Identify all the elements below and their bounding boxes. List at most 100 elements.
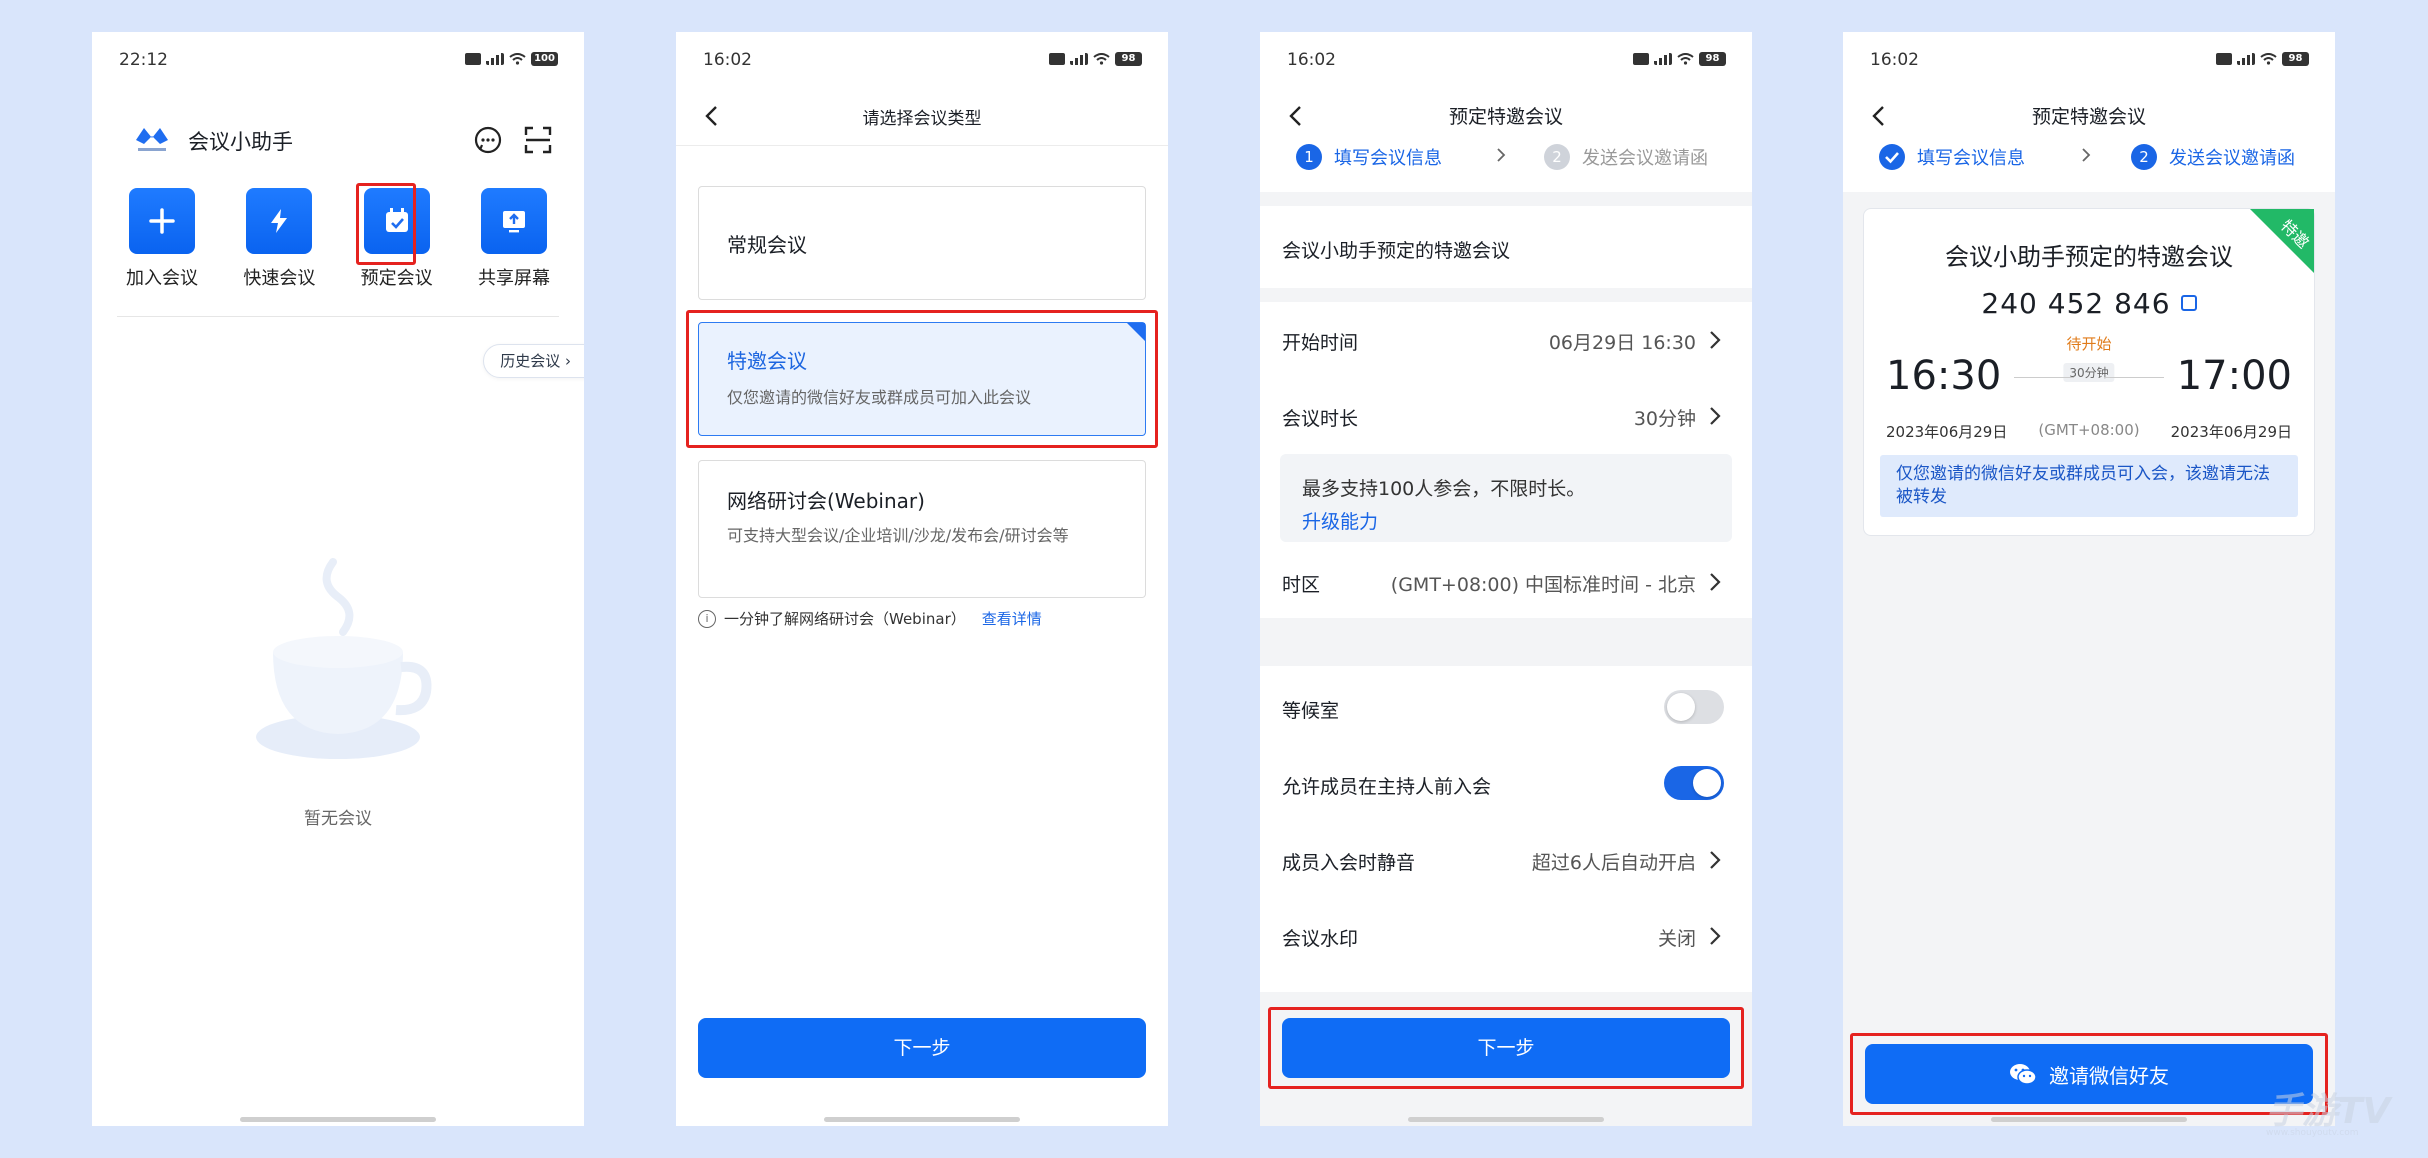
- scan-icon[interactable]: [522, 124, 554, 156]
- invitation-card: 特邀 会议小助手预定的特邀会议 240 452 846 待开始 30分钟 16:…: [1863, 208, 2315, 536]
- app-title: 会议小助手: [188, 130, 293, 154]
- history-label: 历史会议: [500, 352, 561, 370]
- quick-meeting-label: 快速会议: [243, 268, 316, 289]
- time-connector: [2014, 377, 2074, 378]
- row-label: 允许成员在主持人前入会: [1282, 776, 1492, 798]
- chevron-right-icon: [1710, 927, 1721, 945]
- wifi-icon: [509, 53, 526, 65]
- view-details-link[interactable]: 查看详情: [982, 608, 1042, 629]
- step-2: 2 发送会议邀请函: [1544, 144, 1708, 170]
- hd-icon: [1633, 53, 1649, 65]
- option-description: 仅您邀请的微信好友或群成员可加入此会议: [727, 388, 1032, 407]
- history-meetings-button[interactable]: 历史会议 ›: [483, 344, 584, 378]
- webinar-info-line: i 一分钟了解网络研讨会（Webinar） 查看详情: [698, 608, 1042, 629]
- copy-icon[interactable]: [2180, 295, 2197, 311]
- join-before-host-toggle[interactable]: [1664, 766, 1724, 800]
- meeting-time-block: 待开始 30分钟 16:30 17:00 2023年06月29日 (GMT+08…: [1886, 333, 2292, 443]
- status-bar: 22:12 100: [92, 46, 584, 76]
- selected-corner-mark: [1127, 323, 1145, 341]
- step-number: 1: [1296, 144, 1322, 170]
- empty-cup-illustration: [256, 558, 432, 759]
- next-button[interactable]: 下一步: [1282, 1018, 1730, 1078]
- meeting-status: 待开始: [2066, 335, 2112, 353]
- row-value: (GMT+08:00) 中国标准时间 - 北京: [1390, 574, 1696, 596]
- chevron-right-icon: [2082, 148, 2091, 162]
- plus-icon: [149, 208, 175, 234]
- share-screen-button[interactable]: 共享屏幕: [464, 188, 564, 290]
- hd-icon: [465, 53, 481, 65]
- step-number: 2: [1544, 144, 1570, 170]
- net-speed-icon: [1028, 52, 1044, 66]
- wifi-icon: [1093, 53, 1110, 65]
- battery-icon: 98: [1699, 52, 1726, 66]
- home-indicator: [1991, 1117, 2187, 1122]
- calendar-check-icon: [385, 208, 408, 232]
- status-bar: 16:02 98: [676, 46, 1168, 76]
- waiting-room-toggle[interactable]: [1664, 690, 1724, 724]
- battery-icon: 98: [1115, 52, 1142, 66]
- upgrade-link[interactable]: 升级能力: [1302, 507, 1710, 534]
- invite-wechat-friends-button[interactable]: 邀请微信好友: [1865, 1044, 2313, 1104]
- watermark-sub: www.shouyoutv.com: [2266, 1128, 2359, 1138]
- option-description: 可支持大型会议/企业培训/沙龙/发布会/研讨会等: [727, 526, 1069, 545]
- row-label: 会议水印: [1282, 928, 1359, 950]
- divider: [117, 316, 559, 317]
- screen-invitation: 16:02 98 预定特邀会议 填写会议信息 2 发送会议邀请函 特邀 会议小助…: [1843, 32, 2335, 1126]
- row-value: 关闭: [1657, 928, 1696, 950]
- status-time: 16:02: [1870, 50, 1919, 70]
- message-icon[interactable]: [472, 124, 504, 156]
- step-label: 发送会议邀请函: [1582, 148, 1708, 169]
- step-1: 1 填写会议信息: [1296, 144, 1442, 170]
- status-time: 16:02: [703, 50, 752, 70]
- row-label: 等候室: [1282, 700, 1340, 722]
- section-gap: [1260, 618, 1752, 666]
- section-gap: [1260, 288, 1752, 302]
- status-time: 22:12: [119, 50, 168, 70]
- tip-text: 最多支持100人参会，不限时长。: [1302, 478, 1586, 500]
- battery-icon: 98: [2282, 52, 2309, 66]
- wechat-icon: [2010, 1064, 2037, 1085]
- meeting-name-field[interactable]: 会议小助手预定的特邀会议: [1282, 218, 1730, 278]
- step-2: 2 发送会议邀请函: [2131, 144, 2295, 170]
- app-logo: [136, 128, 168, 151]
- duration-row[interactable]: 会议时长 30分钟: [1282, 386, 1730, 446]
- option-title: 常规会议: [727, 233, 807, 257]
- special-invite-meeting-option[interactable]: 特邀会议 仅您邀请的微信好友或群成员可加入此会议: [698, 322, 1146, 436]
- net-speed-icon: [2195, 52, 2211, 66]
- option-title: 网络研讨会(Webinar): [727, 489, 925, 513]
- timezone-row[interactable]: 时区 (GMT+08:00) 中国标准时间 - 北京: [1282, 552, 1730, 612]
- quick-meeting-button[interactable]: 快速会议: [229, 188, 329, 290]
- row-value: 30分钟: [1633, 408, 1696, 430]
- screen-meeting-type: 16:02 98 请选择会议类型 常规会议 特邀会议 仅您邀请的微信好友或群成员…: [676, 32, 1168, 1126]
- join-meeting-button[interactable]: 加入会议: [112, 188, 212, 290]
- time-connector: [2104, 377, 2164, 378]
- meeting-id: 240 452 846: [1981, 287, 2171, 320]
- invite-button-label: 邀请微信好友: [2049, 1063, 2169, 1088]
- net-speed-icon: [1612, 52, 1628, 66]
- webinar-option[interactable]: 网络研讨会(Webinar) 可支持大型会议/企业培训/沙龙/发布会/研讨会等: [698, 460, 1146, 598]
- schedule-meeting-label: 预定会议: [360, 268, 433, 289]
- share-screen-label: 共享屏幕: [477, 268, 550, 289]
- start-time-row[interactable]: 开始时间 06月29日 16:30: [1282, 310, 1730, 370]
- end-date: 2023年06月29日: [2170, 423, 2292, 441]
- regular-meeting-option[interactable]: 常规会议: [698, 186, 1146, 300]
- watermark-row[interactable]: 会议水印 关闭: [1282, 906, 1730, 966]
- home-indicator: [240, 1117, 436, 1122]
- share-screen-icon: [502, 211, 525, 233]
- mute-on-join-row[interactable]: 成员入会时静音 超过6人后自动开启: [1282, 830, 1730, 890]
- row-label: 成员入会时静音: [1282, 852, 1416, 874]
- screen-schedule-form: 16:02 98 预定特邀会议 1 填写会议信息 2 发送会议邀请函 会议小助手…: [1260, 32, 1752, 1126]
- row-value: 超过6人后自动开启: [1531, 852, 1696, 874]
- wifi-icon: [2260, 53, 2277, 65]
- page-title: 预定特邀会议: [1448, 106, 1563, 128]
- schedule-meeting-button[interactable]: 预定会议: [347, 188, 447, 290]
- meeting-duration: 30分钟: [2063, 363, 2115, 382]
- start-time: 16:30: [1886, 353, 2002, 399]
- next-button[interactable]: 下一步: [698, 1018, 1146, 1078]
- lightning-icon: [271, 209, 288, 233]
- join-meeting-label: 加入会议: [126, 268, 198, 289]
- step-label: 填写会议信息: [1917, 148, 2025, 169]
- status-bar: 16:02 98: [1260, 46, 1752, 76]
- row-label: 时区: [1282, 574, 1321, 596]
- wifi-icon: [1677, 53, 1694, 65]
